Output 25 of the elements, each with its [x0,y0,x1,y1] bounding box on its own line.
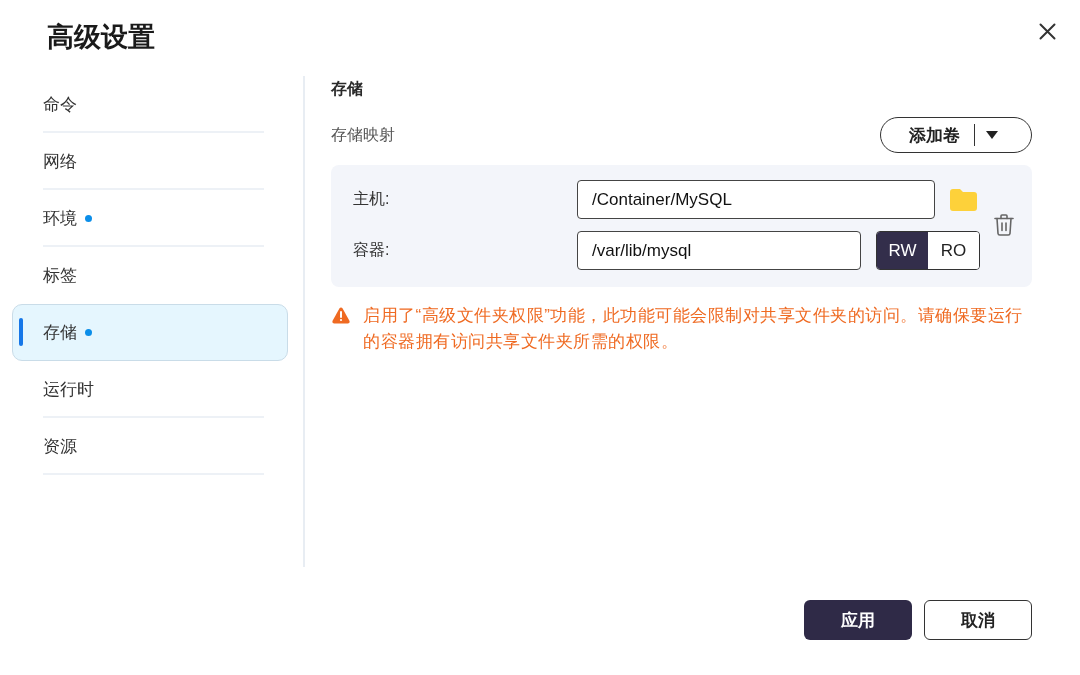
input-field[interactable]: /var/lib/mysql [577,231,861,270]
caret-icon [986,131,998,139]
input-field[interactable]: /Container/MySQL [577,180,935,219]
dialog-title: 高级设置 [47,21,155,54]
sidebar-item[interactable]: 环境 [12,190,288,247]
field-label: 容器: [353,240,391,260]
section-title: 存储 [331,79,363,99]
mode-toggle-button[interactable]: RW [877,232,928,269]
sidebar-item[interactable]: 运行时 [12,361,288,418]
warning-icon [332,307,350,324]
section-subtitle: 存储映射 [331,124,395,145]
sidebar-item[interactable]: 标签 [12,247,288,304]
add-volume-button[interactable]: 添加卷 [880,117,1032,153]
warning-message: 启用了“高级文件夹权限”功能，此功能可能会限制对共享文件夹的访问。请确保要运行的容器拥有访问共享文件夹所需的权限。 [363,305,1024,353]
cancel-button[interactable]: 取消 [924,600,1032,640]
close-button[interactable] [1036,20,1058,42]
trash-icon[interactable] [994,214,1014,236]
apply-button[interactable]: 应用 [804,600,912,640]
mode-toggle-button[interactable]: RO [928,232,979,269]
close-icon [1038,22,1056,40]
field-label: 主机: [353,189,391,209]
sidebar-item[interactable]: 命令 [12,76,288,133]
sidebar-item[interactable]: 存储 [12,304,288,361]
sidebar-item[interactable]: 网络 [12,133,288,190]
sidebar-item[interactable]: 资源 [12,418,288,475]
